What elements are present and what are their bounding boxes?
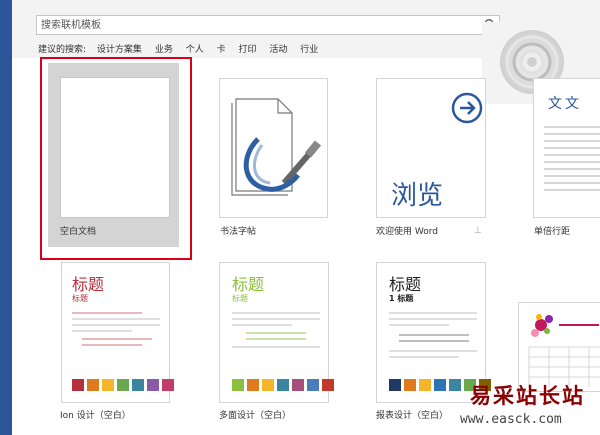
blank-page-preview [60, 77, 170, 218]
facet-subheading: 标题 [232, 294, 248, 303]
preview-text-lines [544, 126, 600, 191]
template-label-report: 报表设计（空白） [376, 411, 449, 421]
template-flyer-partial[interactable] [518, 302, 600, 392]
facet-color-swatches [232, 379, 334, 391]
suggested-item-industry[interactable]: 行业 [300, 42, 318, 55]
template-label-facet: 多面设计（空白） [219, 411, 292, 421]
ion-text-lines [72, 312, 160, 346]
template-ion-design[interactable]: 标题 标题 [61, 262, 174, 403]
arrow-right-circle-icon [451, 92, 483, 124]
suggested-searches: 建议的搜索: 设计方案集 业务 个人 卡 打印 活动 行业 [38, 42, 328, 55]
watermark-text: 易采站长站 [470, 383, 585, 408]
pin-icon[interactable]: ⊥ [474, 226, 482, 236]
search-input[interactable] [41, 17, 471, 33]
preview-title-text: 文文 [548, 96, 582, 112]
template-facet-design[interactable]: 标题 标题 [219, 262, 334, 403]
report-heading: 标题 [389, 275, 422, 294]
template-search-box[interactable] [36, 15, 500, 35]
ion-color-swatches [72, 379, 174, 391]
template-calligraphy[interactable] [219, 78, 328, 218]
facet-heading: 标题 [232, 275, 265, 294]
ion-heading: 标题 [72, 275, 105, 294]
template-label-blank: 空白文档 [60, 227, 97, 237]
template-label-ion: Ion 设计（空白） [60, 411, 131, 421]
ion-subheading: 标题 [72, 294, 88, 303]
facet-text-lines [232, 312, 320, 348]
report-subheading: 1 标题 [389, 294, 414, 303]
watermark-url: www.easck.com [460, 412, 562, 427]
suggested-item-event[interactable]: 活动 [269, 42, 287, 55]
template-label-welcome: 欢迎使用 Word [376, 227, 438, 237]
suggested-item-print[interactable]: 打印 [238, 42, 256, 55]
template-label-calligraphy: 书法字帖 [220, 227, 257, 237]
template-label-single-spacing: 单倍行距 [534, 227, 571, 237]
template-welcome-word[interactable]: 浏览 [376, 78, 486, 218]
suggested-item-card[interactable]: 卡 [217, 42, 226, 55]
suggested-item-design-sets[interactable]: 设计方案集 [97, 42, 142, 55]
report-text-lines [389, 312, 477, 358]
template-single-spacing[interactable]: 文文 [533, 78, 600, 218]
suggested-item-business[interactable]: 业务 [155, 42, 173, 55]
suggested-item-personal[interactable]: 个人 [186, 42, 204, 55]
preview-browse-text: 浏览 [391, 181, 444, 211]
calligraphy-icon [231, 98, 322, 196]
suggested-label: 建议的搜索: [38, 45, 87, 55]
app-sidebar-strip [0, 0, 12, 435]
